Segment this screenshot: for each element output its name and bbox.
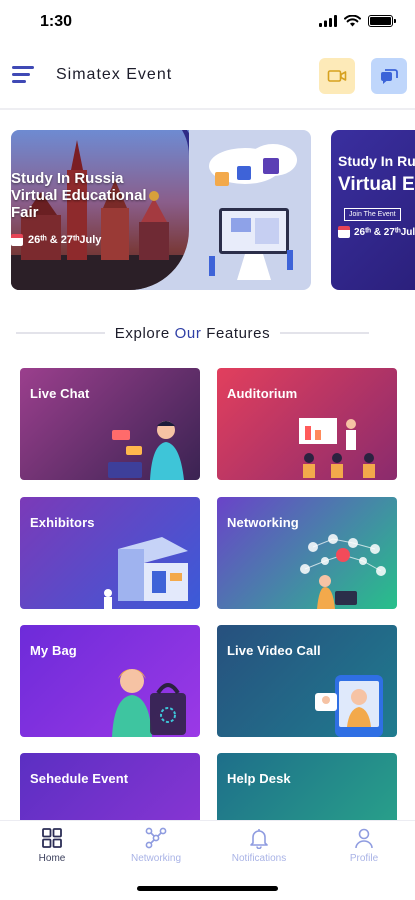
chat-bubbles-icon	[381, 69, 398, 84]
menu-icon[interactable]	[12, 66, 34, 84]
banner-heading: Study In Russia Virtual Educational Fair	[11, 170, 147, 221]
section-title: Explore Our Features	[114, 324, 271, 342]
feature-card-label: Networking	[227, 515, 299, 530]
tab-label: Profile	[349, 853, 379, 864]
bell-icon	[250, 829, 268, 849]
feature-card-my-bag[interactable]: My Bag	[20, 625, 200, 737]
feature-card-live-video-call[interactable]: Live Video Call	[217, 625, 397, 737]
feature-card-auditorium[interactable]: Auditorium	[217, 368, 397, 480]
feature-card-exhibitors[interactable]: Exhibitors	[20, 497, 200, 609]
my-bag-illustration	[112, 669, 186, 737]
event-banner-next[interactable]: Study In Ru Virtual E Join The Event 26ᵗ…	[331, 130, 415, 290]
feature-card-label: Sehedule Event	[30, 771, 129, 786]
auditorium-illustration	[299, 418, 375, 478]
tab-label: Networking	[130, 853, 182, 864]
banner-heading: Study In Ru Virtual E	[338, 153, 415, 195]
feature-card-label: Auditorium	[227, 386, 298, 401]
tab-profile[interactable]: Profile	[319, 827, 409, 877]
tab-notifications[interactable]: Notifications	[214, 827, 304, 877]
video-camera-icon	[327, 70, 347, 82]
app-title: Simatex Event	[56, 66, 173, 83]
user-icon	[355, 828, 373, 849]
chat-button[interactable]	[371, 58, 407, 94]
networking-illustration	[300, 534, 386, 609]
banner-date-text: 26ᵗʰ & 27ᵗʰJuly	[28, 234, 102, 246]
status-bar: 1:30	[0, 0, 415, 44]
tab-label: Home	[38, 853, 66, 864]
virtual-fair-illustration	[209, 144, 297, 280]
calendar-icon	[338, 226, 350, 238]
tab-networking[interactable]: Networking	[111, 827, 201, 877]
feature-card-label: Live Video Call	[227, 643, 321, 658]
exhibitors-illustration	[104, 537, 188, 609]
live-chat-illustration	[108, 421, 184, 480]
app-header: Simatex Event	[0, 50, 415, 102]
status-icons	[319, 15, 396, 27]
home-grid-icon	[42, 828, 62, 848]
network-icon	[145, 827, 167, 849]
feature-card-label: My Bag	[30, 643, 77, 658]
feature-card-label: Live Chat	[30, 386, 90, 401]
banner-photo: Study In Russia Virtual Educational Fair…	[11, 130, 189, 290]
video-call-button[interactable]	[319, 58, 355, 94]
banner-date-text: 26ᵗʰ & 27ᵗʰJuly	[354, 226, 415, 238]
divider	[280, 332, 369, 334]
feature-card-label: Exhibitors	[30, 515, 95, 530]
home-indicator	[137, 886, 278, 891]
calendar-icon	[11, 234, 23, 246]
feature-card-live-chat[interactable]: Live Chat	[20, 368, 200, 480]
join-event-button[interactable]: Join The Event	[344, 208, 401, 221]
tab-home[interactable]: Home	[7, 827, 97, 877]
tab-label: Notifications	[231, 853, 287, 864]
feature-card-networking[interactable]: Networking	[217, 497, 397, 609]
banner-date: 26ᵗʰ & 27ᵗʰJuly	[11, 234, 101, 246]
section-heading: Explore Our Features	[16, 322, 369, 344]
banner-date: 26ᵗʰ & 27ᵗʰJuly	[338, 226, 415, 238]
header-divider	[0, 108, 415, 110]
battery-icon	[368, 15, 396, 27]
event-banner[interactable]: Study In Russia Virtual Educational Fair…	[11, 130, 311, 290]
feature-card-label: Help Desk	[227, 771, 291, 786]
live-video-call-illustration	[315, 675, 383, 737]
signal-icon	[319, 15, 337, 27]
wifi-icon	[344, 15, 361, 27]
status-time: 1:30	[40, 13, 73, 30]
divider	[16, 332, 105, 334]
